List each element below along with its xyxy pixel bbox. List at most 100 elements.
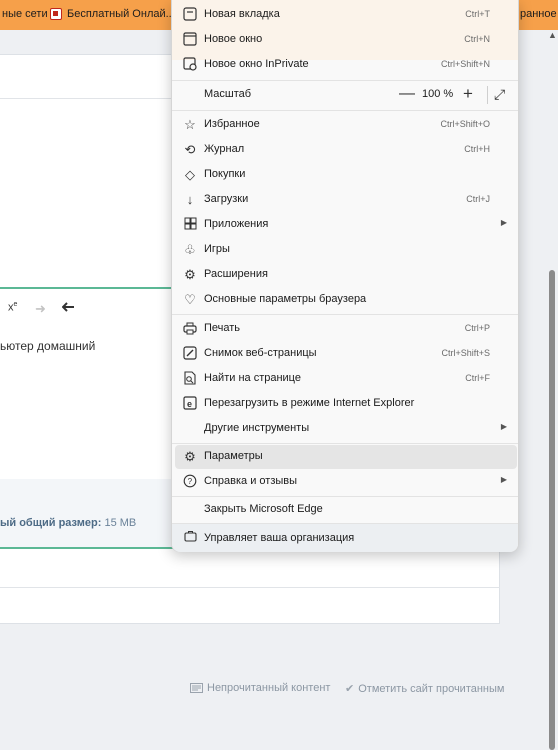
attachments-size-value: 15 MB: [104, 517, 137, 529]
menu-item-label: Закрыть Microsoft Edge: [204, 503, 323, 515]
mark-read-label: Отметить сайт прочитанным: [358, 682, 505, 695]
bookmark-favicon-icon: [50, 8, 62, 20]
menu-item-shortcut: Ctrl+Shift+N: [440, 59, 490, 69]
menu-item-label: Избранное: [204, 118, 260, 130]
menu-item-favorites[interactable]: ☆ Избранное Ctrl+Shift+O: [175, 113, 517, 137]
zoom-level: 100 %: [422, 88, 454, 100]
checkmark-icon: ✔: [345, 683, 355, 695]
menu-item-new-window[interactable]: Новое окно Ctrl+N: [175, 28, 517, 52]
undo-icon[interactable]: [61, 301, 75, 316]
menu-item-zoom: Масштаб — 100 % + ⤢: [175, 83, 517, 107]
find-on-page-icon: [182, 371, 198, 387]
menu-item-label: Журнал: [204, 143, 245, 155]
menu-item-history[interactable]: ⟲ Журнал Ctrl+H: [175, 138, 517, 162]
menu-item-label: Перезагрузить в режиме Internet Explorer: [204, 397, 415, 409]
bookmark-label: ные сети: [2, 8, 48, 20]
menu-item-label: Загрузки: [204, 193, 249, 205]
menu-item-games[interactable]: ♧ Игры: [175, 238, 517, 262]
new-tab-icon: [182, 7, 198, 23]
menu-item-ie-mode[interactable]: e Перезагрузить в режиме Internet Explor…: [175, 392, 517, 416]
menu-item-shortcut: Ctrl+P: [464, 323, 490, 333]
menu-item-screenshot[interactable]: Снимок веб-страницы Ctrl+Shift+S: [175, 342, 517, 366]
menu-item-label: Новая вкладка: [204, 8, 280, 20]
menu-item-new-inprivate[interactable]: Новое окно InPrivate Ctrl+Shift+N: [175, 53, 517, 77]
favorites-icon: ☆: [184, 117, 196, 132]
new-window-icon: [182, 32, 198, 48]
superscript-icon[interactable]: xe: [8, 301, 17, 314]
menu-item-label: Игры: [204, 243, 230, 255]
menu-item-label: Найти на странице: [204, 372, 301, 384]
history-icon: ⟲: [184, 142, 196, 157]
page-scrollbar[interactable]: ▲: [546, 30, 558, 750]
zoom-out-button[interactable]: —: [399, 85, 415, 103]
shopping-tag-icon: ◇: [185, 167, 195, 182]
menu-separator: [172, 314, 518, 315]
download-icon: ↓: [186, 192, 194, 207]
menu-item-shortcut: Ctrl+J: [466, 194, 490, 204]
menu-item-browser-essentials[interactable]: ♡ Основные параметры браузера: [175, 288, 517, 312]
menu-separator: [172, 110, 518, 111]
bookmark-item[interactable]: Бесплатный Онлай...: [50, 8, 175, 20]
browser-settings-menu: Новая вкладка Ctrl+T Новое окно Ctrl+N Н…: [171, 0, 519, 552]
menu-item-close-edge[interactable]: Закрыть Microsoft Edge: [175, 498, 517, 522]
zoom-divider: [487, 86, 488, 104]
menu-separator: [172, 80, 518, 81]
bookmark-label: ранное: [520, 8, 557, 20]
svg-text:?: ?: [188, 477, 193, 486]
menu-separator: [172, 496, 518, 497]
menu-item-label: Новое окно InPrivate: [204, 58, 309, 70]
menu-item-managed-by-org[interactable]: Управляет ваша организация: [172, 524, 518, 552]
menu-item-shortcut: Ctrl+Shift+S: [441, 348, 490, 358]
menu-item-label: Другие инструменты: [204, 422, 310, 434]
scroll-up-arrow-icon[interactable]: ▲: [548, 30, 557, 40]
attachments-size: ый общий размер: 15 MB: [0, 517, 136, 529]
zoom-in-button[interactable]: +: [463, 84, 473, 104]
menu-item-settings[interactable]: ⚙ Параметры: [175, 445, 517, 469]
menu-item-shortcut: Ctrl+H: [464, 144, 490, 154]
menu-item-label: Новое окно: [204, 33, 263, 45]
divider: [0, 587, 500, 588]
bookmark-label: Бесплатный Онлай...: [67, 8, 175, 20]
menu-item-label: Расширения: [204, 268, 268, 280]
svg-text:e: e: [187, 399, 192, 409]
unread-content-icon: [190, 683, 203, 693]
inprivate-window-icon: [182, 57, 198, 73]
unread-content-label: Непрочитанный контент: [207, 682, 331, 694]
games-icon: ♧: [184, 242, 196, 257]
menu-item-apps[interactable]: Приложения ▶: [175, 213, 517, 237]
menu-item-shortcut: Ctrl+N: [464, 34, 490, 44]
menu-item-new-tab[interactable]: Новая вкладка Ctrl+T: [175, 3, 517, 27]
menu-item-help[interactable]: ? Справка и отзывы ▶: [175, 470, 517, 494]
menu-item-label: Снимок веб-страницы: [204, 347, 317, 359]
bookmark-item[interactable]: ные сети: [2, 8, 48, 20]
apps-icon: [182, 217, 198, 233]
heart-pulse-icon: ♡: [184, 292, 196, 307]
submenu-arrow-icon: ▶: [500, 218, 507, 227]
mark-read-link[interactable]: ✔ Отметить сайт прочитанным: [345, 682, 505, 696]
menu-item-downloads[interactable]: ↓ Загрузки Ctrl+J: [175, 188, 517, 212]
submenu-arrow-icon: ▶: [500, 475, 507, 484]
unread-content-link[interactable]: Непрочитанный контент: [190, 682, 330, 694]
submenu-arrow-icon: ▶: [500, 422, 507, 431]
menu-item-shopping[interactable]: ◇ Покупки: [175, 163, 517, 187]
menu-item-label: Справка и отзывы: [204, 475, 298, 487]
menu-item-shortcut: Ctrl+F: [465, 373, 490, 383]
menu-item-find[interactable]: Найти на странице Ctrl+F: [175, 367, 517, 391]
gear-icon: ⚙: [184, 449, 196, 464]
menu-item-label: Покупки: [204, 168, 246, 180]
menu-item-extensions[interactable]: ⚙ Расширения: [175, 263, 517, 287]
menu-item-label: Управляет ваша организация: [204, 532, 355, 544]
internet-explorer-icon: e: [182, 396, 198, 412]
menu-item-label: Параметры: [204, 450, 263, 462]
bookmark-item[interactable]: ранное: [520, 8, 557, 20]
puzzle-icon: ⚙: [184, 267, 196, 282]
menu-item-label: Масштаб: [204, 88, 252, 100]
briefcase-icon: [182, 530, 198, 546]
fullscreen-icon[interactable]: ⤢: [494, 86, 505, 103]
printer-icon: [182, 321, 198, 337]
menu-item-more-tools[interactable]: Другие инструменты ▶: [175, 417, 517, 441]
scroll-thumb[interactable]: [549, 270, 555, 750]
menu-item-print[interactable]: Печать Ctrl+P: [175, 317, 517, 341]
menu-separator: [172, 443, 518, 444]
redo-icon[interactable]: ➜: [35, 301, 46, 317]
